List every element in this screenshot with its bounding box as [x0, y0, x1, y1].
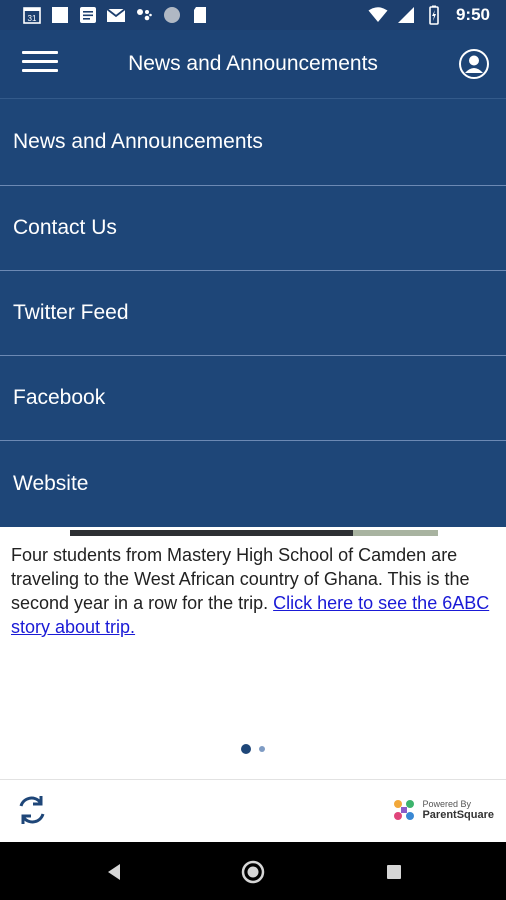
square-icon	[52, 7, 68, 23]
calendar-icon: 31	[23, 7, 41, 24]
status-bar-left-icons: 31	[22, 5, 210, 25]
circle-icon	[164, 7, 180, 23]
battery-icon	[429, 5, 439, 25]
menu-item-label: Contact Us	[13, 216, 117, 239]
home-icon[interactable]	[239, 858, 267, 886]
menu-item-news[interactable]: News and Announcements	[0, 98, 506, 186]
status-bar-right-icons: 9:50	[368, 5, 490, 25]
brand-name: ParentSquare	[422, 809, 494, 821]
pager-dot[interactable]	[259, 746, 265, 752]
menu-item-contact[interactable]: Contact Us	[0, 186, 506, 271]
article-body: Four students from Mastery High School o…	[11, 543, 497, 639]
news-icon	[80, 7, 96, 23]
gmail-icon	[106, 8, 126, 22]
bottom-bar: Powered By ParentSquare	[0, 779, 506, 842]
menu-item-label: Facebook	[13, 386, 106, 409]
nav-menu: News and Announcements Contact Us Twitte…	[0, 98, 506, 527]
sd-card-icon	[194, 7, 206, 23]
calendar-day: 31	[28, 14, 37, 23]
article-image	[70, 530, 438, 536]
back-icon[interactable]	[100, 858, 128, 886]
status-time: 9:50	[455, 5, 490, 24]
assistant-icon	[137, 9, 152, 21]
menu-item-facebook[interactable]: Facebook	[0, 356, 506, 441]
parentsquare-logo-icon	[394, 800, 415, 820]
menu-item-label: Twitter Feed	[13, 301, 129, 324]
menu-item-website[interactable]: Website	[0, 441, 506, 527]
system-nav-bar	[0, 842, 506, 900]
account-icon[interactable]	[458, 48, 490, 80]
signal-icon	[397, 7, 414, 23]
powered-by: Powered By ParentSquare	[392, 798, 494, 822]
pager-dot-active[interactable]	[241, 744, 251, 754]
app-bar: News and Announcements	[0, 30, 506, 98]
page-title: News and Announcements	[128, 52, 378, 75]
menu-item-label: News and Announcements	[13, 130, 263, 153]
pager-dots	[0, 744, 506, 754]
recents-icon[interactable]	[380, 858, 408, 886]
menu-item-label: Website	[13, 472, 89, 495]
wifi-icon	[368, 7, 388, 22]
status-bar: 31 9:50	[0, 0, 506, 30]
refresh-icon[interactable]	[14, 792, 50, 828]
menu-item-twitter[interactable]: Twitter Feed	[0, 271, 506, 356]
